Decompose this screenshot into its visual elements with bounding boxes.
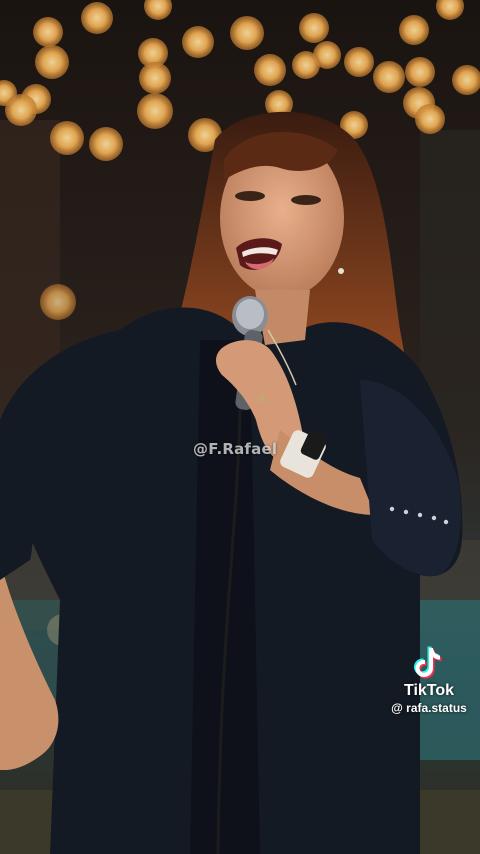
left-eye [235,191,265,201]
right-wall [420,130,480,430]
tiktok-brand-label: TikTok [403,682,455,699]
inner-top [190,340,260,854]
creator-watermark: @F.Rafael [193,440,278,458]
earring [338,268,344,274]
video-frame: @F.Rafael TikTok @ rafa.status [0,0,480,854]
ring [258,395,266,403]
tiktok-watermark: TikTok @ rafa.status [384,646,474,716]
right-eye [291,195,321,205]
performance-scene [0,0,480,854]
tiktok-icon [414,646,442,679]
tiktok-handle: @ rafa.status [391,701,467,715]
